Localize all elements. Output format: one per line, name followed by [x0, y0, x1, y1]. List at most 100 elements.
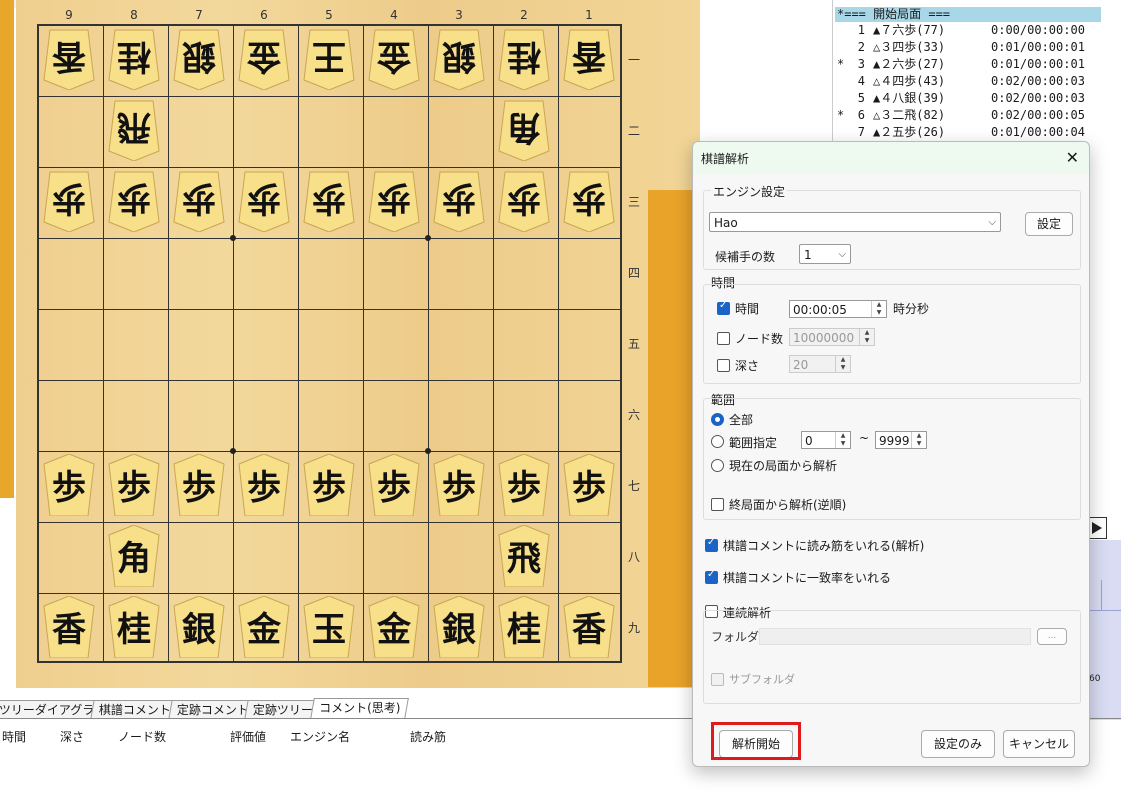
piece-label: 桂: [117, 610, 151, 650]
file-label: 4: [390, 8, 398, 22]
shogi-piece-sente[interactable]: 歩: [107, 454, 161, 516]
shogi-piece-sente[interactable]: 歩: [42, 454, 96, 516]
col-depth[interactable]: 深さ: [60, 728, 84, 745]
kifu-move-text: ▲４八銀(39): [873, 91, 946, 105]
engine-select-value: Hao: [714, 216, 738, 230]
tab-comment-thinking[interactable]: コメント(思考): [310, 698, 410, 719]
depth-checkbox[interactable]: [717, 359, 730, 372]
shogi-piece-gote[interactable]: 歩: [237, 170, 291, 232]
range-specify-radio[interactable]: [711, 435, 724, 448]
nodes-checkbox[interactable]: [717, 332, 730, 345]
kifu-move-text: △３四歩(33): [873, 40, 946, 54]
shogi-piece-sente[interactable]: 桂: [107, 596, 161, 658]
close-icon[interactable]: ✕: [1066, 148, 1079, 167]
kifu-move-row[interactable]: 5 ▲４八銀(39) 0:02/00:00:03: [833, 90, 1113, 107]
cancel-button[interactable]: キャンセル: [1003, 730, 1075, 758]
shogi-piece-gote[interactable]: 飛: [107, 99, 161, 161]
spinner-icon[interactable]: ▲ ▼: [911, 432, 926, 448]
shogi-piece-gote[interactable]: 金: [367, 28, 421, 90]
settings-only-button[interactable]: 設定のみ: [921, 730, 995, 758]
spinner-icon[interactable]: ▲ ▼: [871, 301, 886, 317]
shogi-piece-gote[interactable]: 歩: [302, 170, 356, 232]
chevron-down-icon: ⌵: [838, 249, 846, 260]
chevron-down-icon: ⌵: [988, 217, 996, 228]
time-checkbox[interactable]: [717, 300, 730, 315]
kifu-move-text: ▲２六歩(27): [873, 57, 946, 71]
rank-label: 三: [627, 195, 640, 209]
grid-line: [39, 380, 620, 381]
shogi-piece-gote[interactable]: 歩: [562, 170, 616, 232]
shogi-piece-sente[interactable]: 玉: [302, 596, 356, 658]
shogi-piece-sente[interactable]: 香: [42, 596, 96, 658]
kifu-start-row[interactable]: *=== 開始局面 ===: [835, 7, 1101, 22]
candidates-select[interactable]: 1 ⌵: [799, 244, 851, 264]
shogi-piece-sente[interactable]: 銀: [432, 596, 486, 658]
shogi-piece-sente[interactable]: 角: [107, 525, 161, 587]
shogi-piece-sente[interactable]: 歩: [562, 454, 616, 516]
range-all-radio[interactable]: [711, 413, 724, 426]
engine-select[interactable]: Hao ⌵: [709, 212, 1001, 232]
shogi-piece-sente[interactable]: 銀: [172, 596, 226, 658]
shogi-piece-gote[interactable]: 歩: [432, 170, 486, 232]
depth-input: 20 ▲ ▼: [789, 355, 851, 373]
piece-label: 歩: [442, 468, 476, 508]
shogi-piece-gote[interactable]: 歩: [367, 170, 421, 232]
range-current-radio[interactable]: [711, 459, 724, 472]
shogi-piece-sente[interactable]: 歩: [497, 454, 551, 516]
shogi-piece-gote[interactable]: 歩: [497, 170, 551, 232]
tab-kifu-comment[interactable]: 棋譜コメント: [90, 700, 180, 719]
shogi-piece-sente[interactable]: 金: [237, 596, 291, 658]
shogi-piece-gote[interactable]: 歩: [172, 170, 226, 232]
shogi-piece-gote[interactable]: 香: [42, 28, 96, 90]
range-from-input[interactable]: 0 ▲ ▼: [801, 431, 851, 449]
piece-label: 歩: [377, 468, 411, 508]
kifu-move-time: 0:01/00:00:04: [991, 125, 1085, 139]
shogi-piece-gote[interactable]: 角: [497, 99, 551, 161]
shogi-piece-gote[interactable]: 香: [562, 28, 616, 90]
shogi-piece-sente[interactable]: 歩: [302, 454, 356, 516]
piece-label: 銀: [182, 36, 216, 76]
col-engine[interactable]: エンジン名: [290, 728, 350, 745]
col-time[interactable]: 時間: [2, 728, 26, 745]
shogi-piece-sente[interactable]: 歩: [432, 454, 486, 516]
shogi-piece-sente[interactable]: 金: [367, 596, 421, 658]
shogi-piece-gote[interactable]: 桂: [107, 28, 161, 90]
reverse-checkbox[interactable]: [711, 498, 724, 511]
col-pv[interactable]: 読み筋: [410, 728, 446, 745]
shogi-piece-sente[interactable]: 歩: [237, 454, 291, 516]
piece-label: 歩: [52, 468, 86, 508]
kifu-move-row[interactable]: 4 △４四歩(43) 0:02/00:00:03: [833, 73, 1113, 90]
col-eval[interactable]: 評価値: [230, 728, 266, 745]
shogi-piece-gote[interactable]: 銀: [432, 28, 486, 90]
kifu-move-number: 7: [857, 125, 865, 139]
shogi-piece-sente[interactable]: 香: [562, 596, 616, 658]
shogi-piece-gote[interactable]: 王: [302, 28, 356, 90]
shogi-piece-gote[interactable]: 銀: [172, 28, 226, 90]
shogi-piece-sente[interactable]: 歩: [367, 454, 421, 516]
time-input[interactable]: 00:00:05 ▲ ▼: [789, 300, 887, 318]
shogi-piece-gote[interactable]: 歩: [42, 170, 96, 232]
shogi-piece-gote[interactable]: 桂: [497, 28, 551, 90]
piece-label: 玉: [312, 610, 346, 650]
kifu-move-row[interactable]: 7 ▲２五歩(26) 0:01/00:00:04: [833, 124, 1113, 141]
grid-line: [363, 26, 364, 661]
kifu-move-row[interactable]: 2 △３四歩(33) 0:01/00:00:01: [833, 39, 1113, 56]
shogi-piece-gote[interactable]: 歩: [107, 170, 161, 232]
range-current-label: 現在の局面から解析: [729, 459, 838, 473]
shogi-piece-gote[interactable]: 金: [237, 28, 291, 90]
shogi-piece-sente[interactable]: 桂: [497, 596, 551, 658]
piece-label: 金: [247, 610, 281, 650]
piece-label: 銀: [442, 610, 476, 650]
kifu-move-row[interactable]: * 6 △３二飛(82) 0:02/00:00:05: [833, 107, 1113, 124]
kifu-move-row[interactable]: * 3 ▲２六歩(27) 0:01/00:00:01: [833, 56, 1113, 73]
kifu-move-row[interactable]: 1 ▲７六歩(77) 0:00/00:00:00: [833, 22, 1113, 39]
comment-pv-checkbox[interactable]: [705, 537, 718, 552]
col-nodes[interactable]: ノード数: [118, 728, 166, 745]
shogi-piece-sente[interactable]: 歩: [172, 454, 226, 516]
engine-settings-button[interactable]: 設定: [1025, 212, 1073, 236]
spinner-icon[interactable]: ▲ ▼: [835, 432, 850, 448]
shogi-board[interactable]: 987654321 一二三四五六七八九 香桂銀金王金銀桂香飛角歩歩歩歩歩歩歩歩歩…: [16, 0, 700, 688]
comment-match-checkbox[interactable]: [705, 569, 718, 584]
range-to-input[interactable]: 9999 ▲ ▼: [875, 431, 927, 449]
shogi-piece-sente[interactable]: 飛: [497, 525, 551, 587]
